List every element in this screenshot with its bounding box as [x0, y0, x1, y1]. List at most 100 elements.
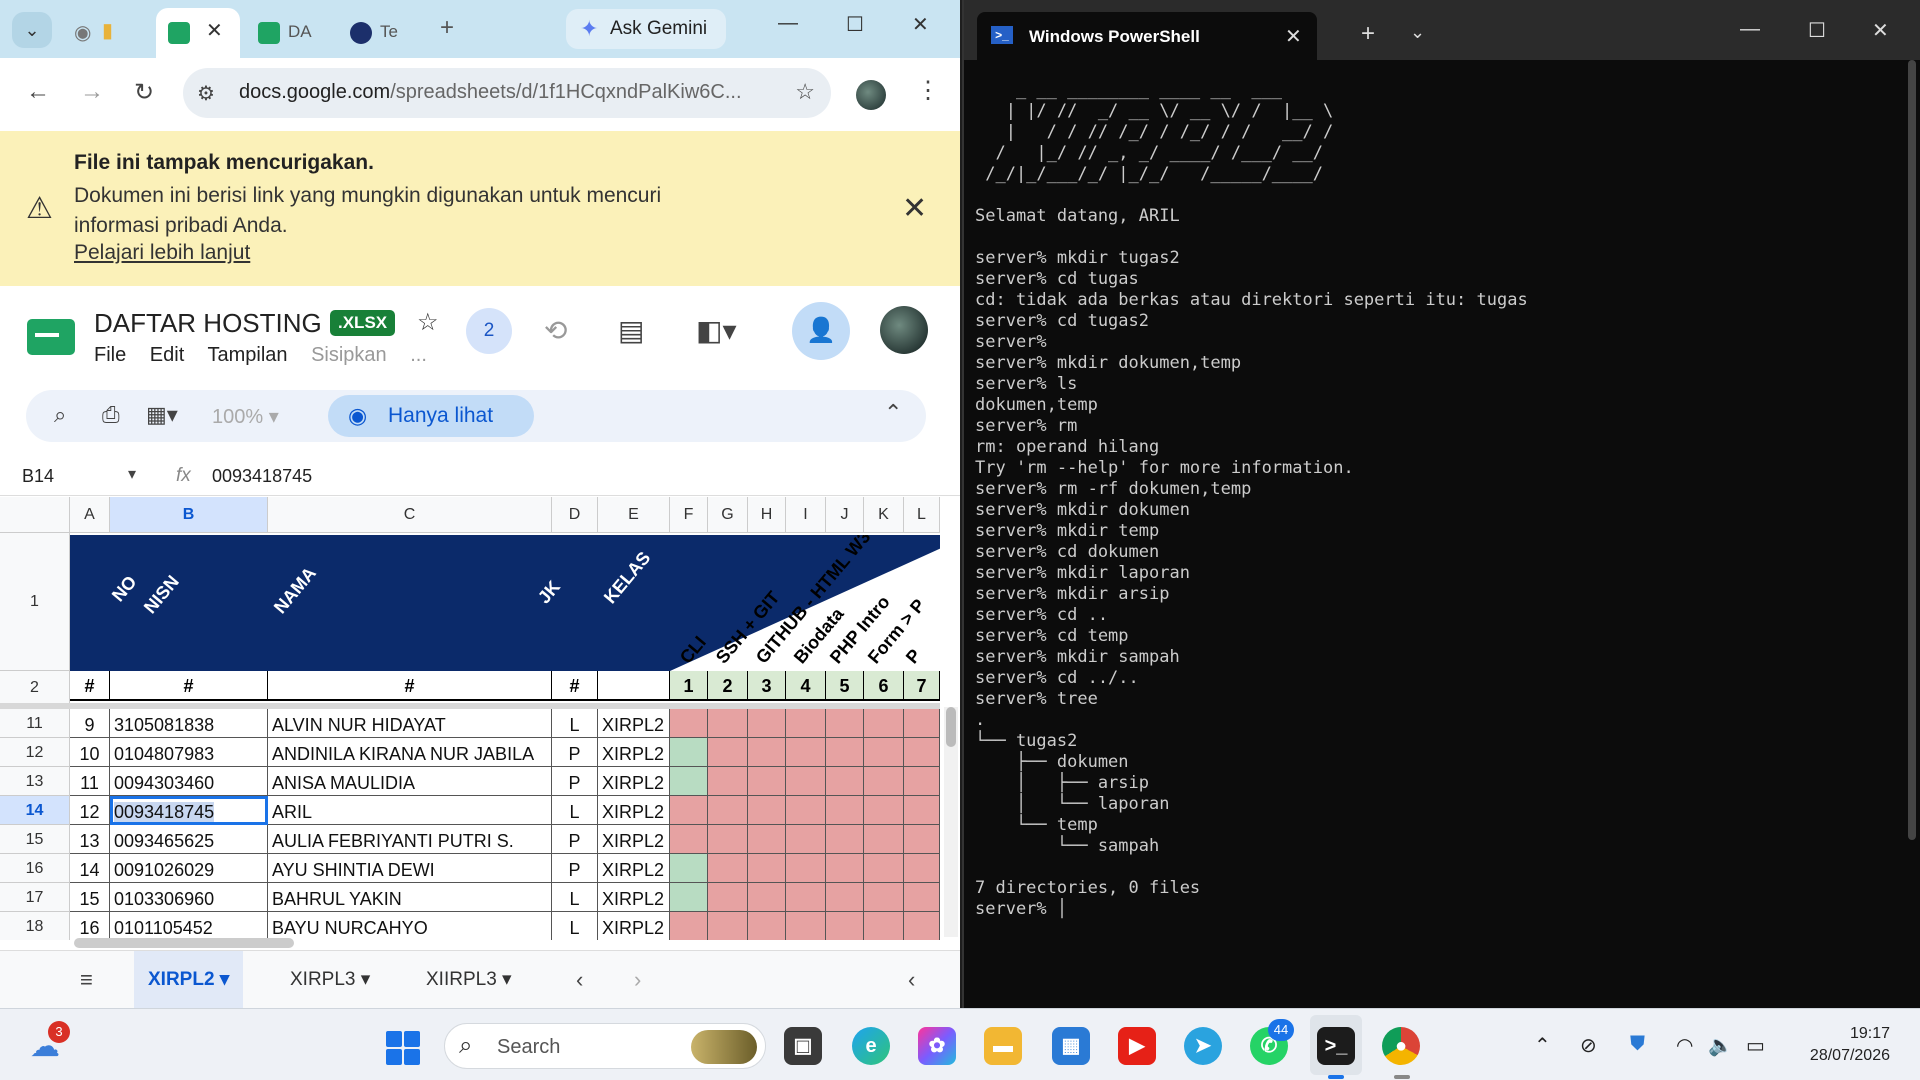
cell-kelas[interactable]: XIRPL2	[598, 738, 670, 767]
dropdown-icon[interactable]: ⌄	[1410, 22, 1425, 43]
cell-jk[interactable]: P	[552, 767, 598, 796]
omnibox[interactable]: ⚙ docs.google.com/spreadsheets/d/1f1HCqx…	[183, 68, 831, 118]
task-number-cell[interactable]: 5	[826, 671, 864, 701]
tab-da[interactable]: DA	[246, 8, 330, 58]
cell-kelas[interactable]: XIRPL2	[598, 854, 670, 883]
tab-search-button[interactable]: ⌄	[12, 12, 52, 48]
sheet-tab-xirpl2[interactable]: XIRPL2 ▾	[134, 951, 244, 1008]
row-header-11[interactable]: 11	[0, 709, 70, 738]
sheets-logo-icon[interactable]	[27, 319, 75, 355]
row-header-16[interactable]: 16	[0, 854, 70, 883]
progress-cell[interactable]	[748, 738, 786, 767]
progress-cell[interactable]	[670, 883, 708, 912]
progress-cell[interactable]	[708, 767, 748, 796]
cell-jk[interactable]: L	[552, 796, 598, 825]
telegram-icon[interactable]: ➤	[1184, 1027, 1222, 1065]
menu-file[interactable]: File	[94, 344, 126, 366]
cell-nisn[interactable]: 0094303460	[110, 767, 268, 796]
cell-no[interactable]: 10	[70, 738, 110, 767]
row-header-15[interactable]: 15	[0, 825, 70, 854]
view-only-button[interactable]: ◉ Hanya lihat	[328, 395, 534, 437]
progress-cell[interactable]	[864, 796, 904, 825]
security-icon[interactable]: ⛊	[1630, 1033, 1645, 1056]
terminal-icon[interactable]: >_	[1317, 1027, 1355, 1065]
horizontal-scrollbar[interactable]	[70, 936, 940, 950]
row-header-18[interactable]: 18	[0, 912, 70, 940]
name-box[interactable]: B14	[22, 466, 54, 487]
row-header-14[interactable]: 14	[0, 796, 70, 825]
new-tab-icon[interactable]: +	[1361, 20, 1375, 48]
forward-icon[interactable]: →	[80, 78, 104, 106]
column-header-l[interactable]: L	[904, 497, 940, 533]
task-number-cell[interactable]: 7	[904, 671, 940, 701]
learn-more-link[interactable]: Pelajari lebih lanjut	[74, 241, 250, 265]
row-header-2[interactable]: 2	[0, 671, 70, 705]
cell-jk[interactable]: L	[552, 709, 598, 738]
progress-cell[interactable]	[826, 709, 864, 738]
progress-cell[interactable]	[864, 767, 904, 796]
cell-kelas[interactable]: XIRPL2	[598, 796, 670, 825]
sheet-prev-icon[interactable]: ‹	[576, 967, 583, 993]
account-avatar[interactable]	[880, 306, 928, 354]
hash-cell[interactable]: #	[268, 671, 552, 701]
terminal-output[interactable]: _ __ ________ ____ __ ___ | |/ // _/ __ …	[975, 80, 1875, 990]
column-header-a[interactable]: A	[70, 497, 110, 533]
progress-cell[interactable]	[670, 825, 708, 854]
close-tab-icon[interactable]: ✕	[206, 18, 223, 43]
cell-no[interactable]: 12	[70, 796, 110, 825]
ask-gemini-button[interactable]: ✦ Ask Gemini	[566, 9, 726, 49]
sheet-tab-xiirpl3[interactable]: XIIRPL3 ▾	[412, 951, 526, 1008]
progress-cell[interactable]	[670, 796, 708, 825]
all-sheets-icon[interactable]: ≡	[80, 967, 93, 993]
progress-cell[interactable]	[748, 767, 786, 796]
copilot-icon[interactable]: ✿	[918, 1027, 956, 1065]
menu-insert[interactable]: Sisipkan	[311, 344, 387, 366]
close-warning-icon[interactable]: ✕	[902, 191, 927, 226]
terminal-scrollbar[interactable]	[1904, 60, 1920, 840]
reload-icon[interactable]: ↻	[134, 78, 154, 107]
cell-kelas[interactable]: XIRPL2	[598, 767, 670, 796]
site-info-icon[interactable]: ⚙	[197, 81, 215, 106]
column-header-h[interactable]: H	[748, 497, 786, 533]
close-tab-icon[interactable]: ✕	[1285, 24, 1302, 49]
progress-cell[interactable]	[786, 854, 826, 883]
cell-nama[interactable]: AYU SHINTIA DEWI	[268, 854, 552, 883]
cell-nama[interactable]: BAHRUL YAKIN	[268, 883, 552, 912]
progress-cell[interactable]	[904, 825, 940, 854]
progress-cell[interactable]	[864, 883, 904, 912]
select-all-corner[interactable]	[0, 497, 70, 533]
progress-cell[interactable]	[748, 796, 786, 825]
progress-cell[interactable]	[826, 767, 864, 796]
progress-cell[interactable]	[864, 709, 904, 738]
side-panel-toggle-icon[interactable]: ‹	[908, 967, 915, 993]
progress-cell[interactable]	[826, 854, 864, 883]
progress-cell[interactable]	[708, 883, 748, 912]
volume-icon[interactable]: 🔈	[1708, 1033, 1733, 1058]
cell-jk[interactable]: L	[552, 883, 598, 912]
cell-nisn[interactable]: 0103306960	[110, 883, 268, 912]
vertical-scrollbar[interactable]	[944, 707, 958, 937]
hash-cell[interactable]: #	[552, 671, 598, 701]
progress-cell[interactable]	[708, 738, 748, 767]
cell-nisn[interactable]: 3105081838	[110, 709, 268, 738]
cell-nisn[interactable]: 0093465625	[110, 825, 268, 854]
task-number-cell[interactable]: 2	[708, 671, 748, 701]
battery-icon[interactable]: ▭	[1746, 1033, 1765, 1058]
taskbar-search[interactable]: ⌕ Search	[444, 1023, 766, 1069]
comments-icon[interactable]: ▤	[618, 314, 644, 347]
cell-nisn[interactable]: 0104807983	[110, 738, 268, 767]
progress-cell[interactable]	[708, 796, 748, 825]
progress-cell[interactable]	[708, 854, 748, 883]
progress-cell[interactable]	[904, 767, 940, 796]
sheet-next-icon[interactable]: ›	[634, 967, 641, 993]
minimize-icon[interactable]: —	[1740, 18, 1760, 41]
cell-nama[interactable]: AULIA FEBRIYANTI PUTRI S.	[268, 825, 552, 854]
format-select-icon[interactable]: ▦▾	[146, 402, 178, 428]
progress-cell[interactable]	[904, 738, 940, 767]
cell-nama[interactable]: ALVIN NUR HIDAYAT	[268, 709, 552, 738]
spreadsheet-grid[interactable]: A B C D E F G H I J K L 1 2 11 12 13 14 …	[0, 497, 960, 940]
document-title[interactable]: DAFTAR HOSTING	[94, 308, 322, 339]
progress-cell[interactable]	[904, 854, 940, 883]
task-number-cell[interactable]: 3	[748, 671, 786, 701]
close-window-icon[interactable]: ✕	[912, 12, 929, 37]
